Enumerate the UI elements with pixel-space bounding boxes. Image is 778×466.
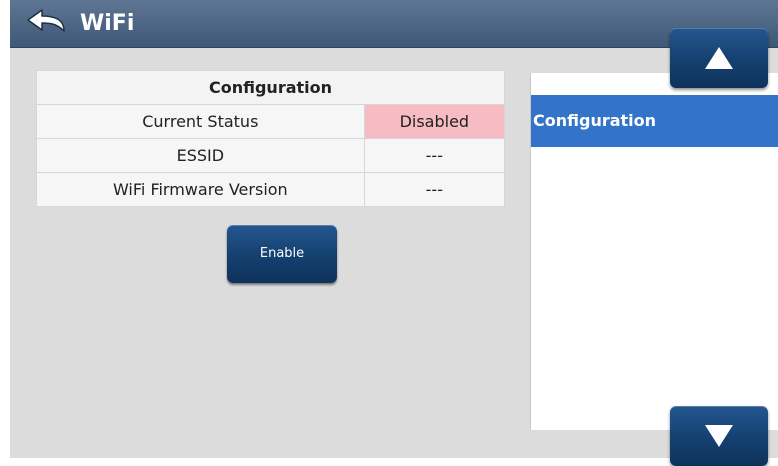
- essid-label: ESSID: [36, 138, 365, 173]
- side-menu: Configuration: [530, 73, 778, 430]
- page-title: WiFi: [80, 11, 135, 36]
- arrow-down-icon: [705, 425, 733, 447]
- table-row: ESSID ---: [36, 138, 506, 173]
- scroll-down-button[interactable]: [670, 406, 768, 466]
- title-bar: WiFi: [10, 0, 778, 48]
- table-header-row: Configuration: [36, 70, 505, 105]
- essid-value: ---: [363, 138, 506, 173]
- table-heading: Configuration: [36, 70, 505, 105]
- table-row: WiFi Firmware Version ---: [36, 172, 506, 207]
- table-row: Current Status Disabled: [36, 104, 506, 139]
- firmware-version-value: ---: [363, 172, 506, 207]
- enable-button[interactable]: Enable: [227, 225, 337, 283]
- firmware-version-label: WiFi Firmware Version: [36, 172, 365, 207]
- configuration-table: Configuration Current Status Disabled ES…: [36, 70, 506, 207]
- menu-item-configuration[interactable]: Configuration: [531, 95, 778, 147]
- status-label: Current Status: [36, 104, 365, 139]
- arrow-up-icon: [705, 47, 733, 69]
- scroll-up-button[interactable]: [670, 28, 768, 88]
- back-arrow-icon[interactable]: [24, 8, 72, 40]
- status-value: Disabled: [363, 104, 506, 139]
